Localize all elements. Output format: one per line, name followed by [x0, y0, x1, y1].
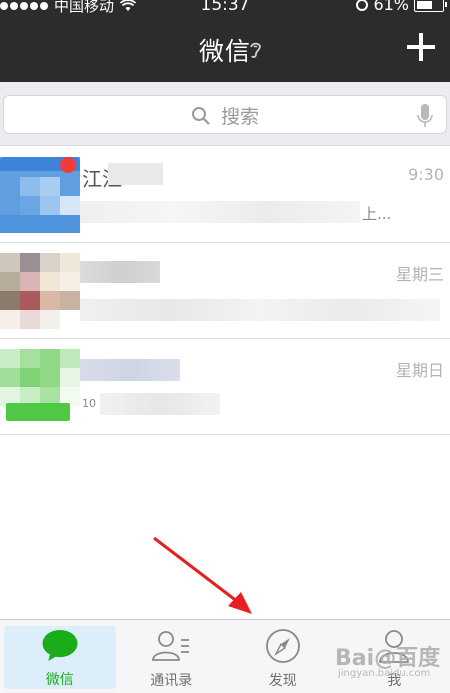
search-area: 搜索	[0, 82, 450, 146]
chat-row[interactable]: 10 星期日	[0, 339, 450, 435]
add-button[interactable]	[404, 30, 438, 64]
blurred-region	[100, 393, 220, 415]
header: 中国移动 15:37 61% 微信	[0, 0, 450, 82]
compass-icon	[265, 629, 300, 663]
chat-bubble-icon	[42, 629, 78, 662]
search-icon	[191, 106, 210, 125]
blurred-region	[80, 359, 180, 381]
avatar	[0, 253, 80, 329]
tab-discover[interactable]: 发现	[227, 620, 339, 693]
chat-row[interactable]: 星期三	[0, 243, 450, 339]
annotation-arrow	[153, 536, 252, 614]
tab-label: 通讯录	[150, 673, 193, 689]
battery-percent: 61%	[373, 0, 409, 14]
search-placeholder: 搜索	[220, 106, 259, 128]
contacts-icon	[152, 631, 190, 661]
alarm-icon	[356, 0, 369, 11]
search-input[interactable]: 搜索	[3, 95, 447, 134]
nav-bar: 微信	[0, 18, 450, 82]
microphone-icon[interactable]	[416, 103, 434, 129]
blurred-region	[108, 163, 163, 185]
blurred-region	[80, 201, 360, 223]
battery-fill	[417, 0, 432, 9]
chat-time: 星期三	[395, 265, 444, 284]
unread-badge	[60, 157, 76, 173]
tab-label: 发现	[268, 673, 297, 689]
chat-list: 江江 上... 9:30 星期三 10 星期日	[0, 147, 450, 435]
status-bar: 中国移动 15:37 61%	[0, 0, 450, 18]
battery-icon	[414, 0, 447, 12]
search-placeholder-group: 搜索	[4, 102, 446, 129]
status-right: 61%	[356, 0, 447, 14]
blurred-region	[80, 299, 440, 321]
tab-contacts[interactable]: 通讯录	[116, 620, 228, 693]
chat-time: 星期日	[395, 361, 444, 380]
chat-preview: 10	[82, 397, 96, 410]
tab-chats[interactable]: 微信	[4, 626, 116, 689]
watermark-url: jingyan.baidu.com	[338, 668, 431, 679]
chat-time: 9:30	[408, 165, 444, 184]
avatar	[0, 349, 80, 425]
tab-label: 微信	[45, 672, 74, 688]
blurred-region	[80, 261, 160, 283]
chat-preview: 上...	[362, 205, 392, 223]
chat-row[interactable]: 江江 上... 9:30	[0, 147, 450, 243]
ear-icon	[250, 42, 261, 58]
page-title: 微信	[198, 37, 251, 66]
